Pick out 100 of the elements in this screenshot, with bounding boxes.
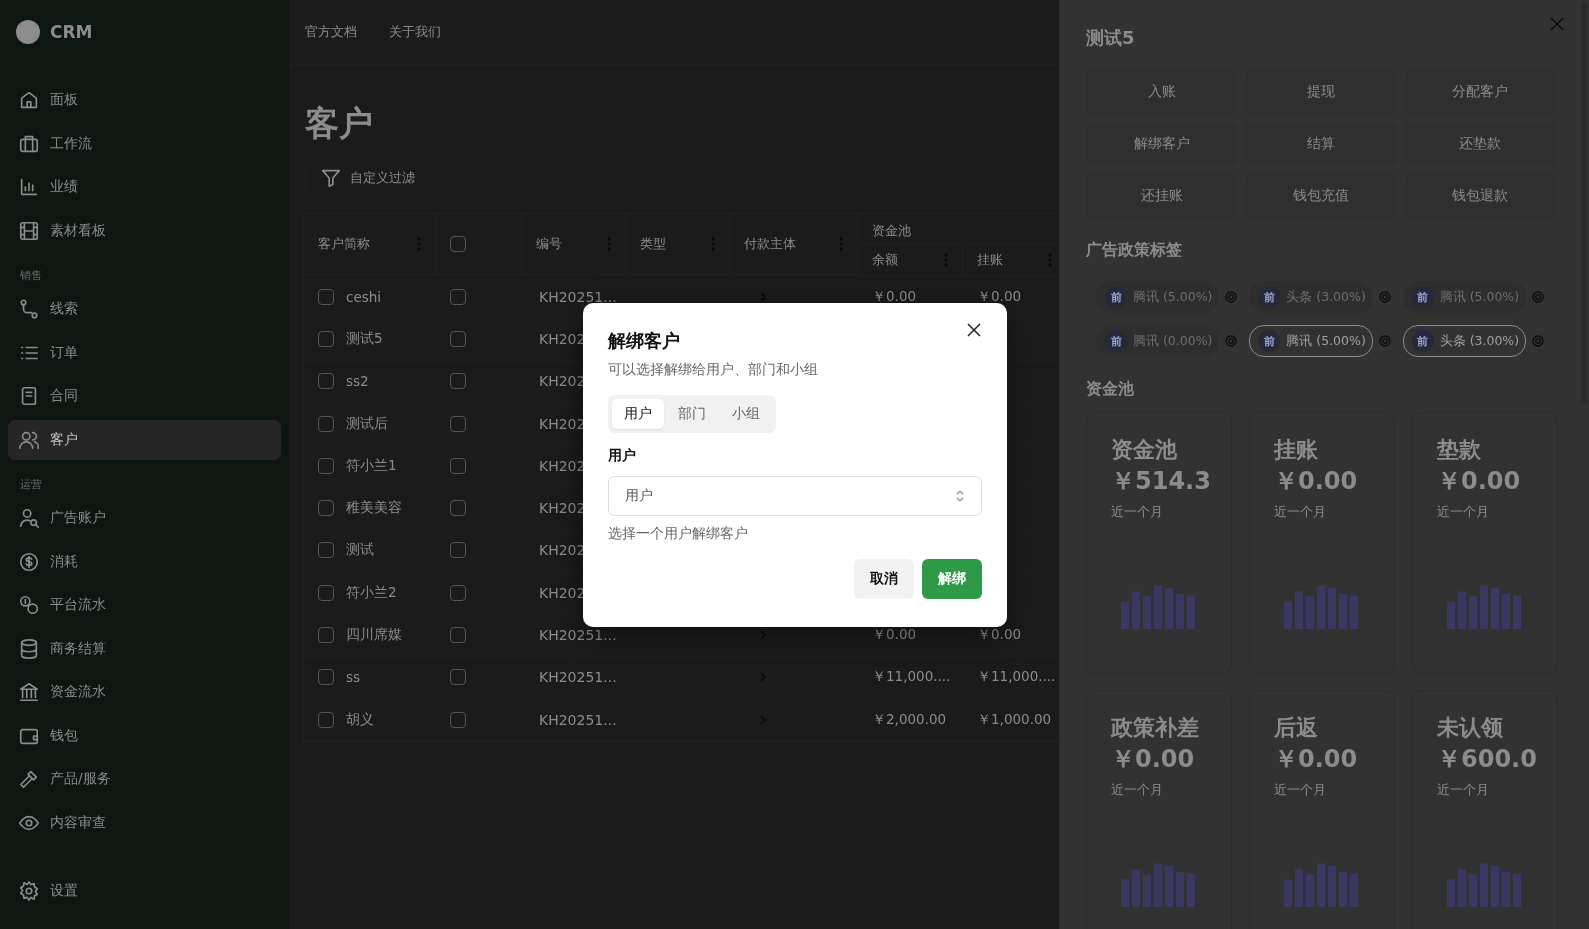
- table-cell: KH20251...: [539, 711, 617, 728]
- sidebar-item[interactable]: 资金流水: [8, 672, 281, 712]
- chevron-updown-icon: [955, 490, 965, 502]
- select-field[interactable]: 用户: [608, 476, 982, 516]
- action-button[interactable]: 分配客户: [1404, 70, 1556, 114]
- target-icon[interactable]: [1532, 335, 1545, 347]
- dialog-description: 可以选择解绑给用户、部门和小组: [608, 361, 818, 379]
- card-amount: ￥0.00: [1274, 744, 1358, 775]
- checkbox[interactable]: [450, 627, 466, 643]
- sidebar-item[interactable]: 设置: [8, 871, 281, 911]
- checkbox[interactable]: [450, 373, 466, 390]
- checkbox[interactable]: [450, 415, 466, 432]
- section-title: 广告政策标签: [1086, 240, 1182, 261]
- action-button[interactable]: 还垫款: [1404, 122, 1556, 166]
- table-cell: KH202: [539, 330, 586, 347]
- coins-icon: [18, 594, 40, 616]
- checkbox[interactable]: [318, 542, 334, 559]
- checkbox[interactable]: [450, 288, 466, 305]
- sidebar-item[interactable]: 内容审查: [8, 802, 281, 843]
- target-icon[interactable]: [1378, 335, 1391, 347]
- checkbox[interactable]: [318, 584, 334, 601]
- table-cell: ￥11,000....: [872, 668, 951, 687]
- card-amount: ￥514.3: [1111, 466, 1211, 497]
- target-icon[interactable]: [1225, 291, 1238, 303]
- checkbox[interactable]: [318, 373, 334, 390]
- table-cell: ￥2,000.00: [872, 710, 947, 729]
- sidebar-item[interactable]: 产品/服务: [8, 759, 281, 799]
- checkbox[interactable]: [450, 584, 466, 601]
- gear-icon: [18, 880, 40, 902]
- sidebar-item[interactable]: 客户: [8, 419, 281, 460]
- segment-tab[interactable]: 用户: [612, 399, 664, 429]
- sidebar-item[interactable]: 广告账户: [8, 498, 281, 538]
- action-button[interactable]: 入账: [1086, 70, 1238, 114]
- card-amount: ￥0.00: [1111, 744, 1195, 775]
- checkbox[interactable]: [318, 330, 334, 347]
- target-icon[interactable]: [1378, 291, 1391, 303]
- card-amount: ￥0.00: [1437, 466, 1521, 497]
- action-button[interactable]: 钱包退款: [1404, 174, 1556, 218]
- sidebar-item[interactable]: 素材看板: [8, 210, 281, 251]
- section-label: 销售: [19, 268, 43, 284]
- table-cell: KH20251...: [539, 627, 617, 643]
- checkbox[interactable]: [318, 500, 334, 517]
- card-amount: ￥0.00: [1274, 466, 1358, 497]
- target-icon[interactable]: [1532, 291, 1545, 303]
- checkbox[interactable]: [318, 288, 334, 305]
- checkbox[interactable]: [318, 711, 334, 728]
- checkbox[interactable]: [318, 457, 334, 474]
- unbind-button[interactable]: 解绑: [922, 559, 982, 599]
- checkbox[interactable]: [450, 457, 466, 474]
- action-button[interactable]: 结算: [1245, 122, 1397, 166]
- checkbox[interactable]: [450, 236, 466, 252]
- column-header: 挂账: [976, 251, 1003, 269]
- sidebar-item[interactable]: 线索: [8, 289, 281, 329]
- checkbox[interactable]: [450, 711, 466, 728]
- logo-icon: [16, 20, 40, 44]
- table-cell: 测试: [346, 541, 374, 560]
- target-icon[interactable]: [1225, 335, 1238, 347]
- table-cell: KH202: [539, 542, 586, 559]
- cancel-button[interactable]: 取消: [854, 559, 914, 599]
- checkbox[interactable]: [318, 669, 334, 686]
- sidebar-item[interactable]: 消耗: [8, 541, 281, 582]
- checkbox[interactable]: [450, 542, 466, 559]
- sidebar-item[interactable]: 订单: [8, 332, 281, 373]
- sidebar-item[interactable]: 平台流水: [8, 585, 281, 625]
- checkbox[interactable]: [450, 330, 466, 347]
- action-button[interactable]: 还挂账: [1086, 174, 1238, 218]
- table-cell: ￥11,000....: [977, 668, 1056, 687]
- nav-link[interactable]: 关于我们: [389, 23, 441, 41]
- sidebar-item[interactable]: 业绩: [8, 167, 281, 207]
- checkbox[interactable]: [318, 627, 334, 643]
- logo-text: CRM: [50, 22, 93, 42]
- sidebar-item[interactable]: 商务结算: [8, 628, 281, 669]
- filter-button[interactable]: 自定义过滤: [305, 157, 430, 199]
- filter-icon: [320, 167, 342, 189]
- card-title: 政策补差: [1111, 714, 1199, 742]
- sidebar-item[interactable]: 钱包: [8, 715, 281, 756]
- checkbox[interactable]: [450, 500, 466, 517]
- segment-tab[interactable]: 小组: [720, 399, 772, 429]
- section-label: 运营: [19, 477, 43, 493]
- table-cell: ￥0.00: [872, 626, 917, 644]
- sidebar-item[interactable]: 合同: [8, 376, 281, 416]
- action-button[interactable]: 解绑客户: [1086, 122, 1238, 166]
- checkbox[interactable]: [318, 415, 334, 432]
- table-cell: ss2: [346, 373, 369, 390]
- action-button[interactable]: 提现: [1245, 70, 1397, 114]
- table-cell: 测试5: [346, 329, 383, 348]
- checkbox[interactable]: [450, 669, 466, 686]
- nav-link[interactable]: 官方文档: [305, 23, 357, 41]
- table-cell: ￥1,000.00: [977, 710, 1052, 729]
- sidebar-item[interactable]: 工作流: [8, 123, 281, 164]
- action-button[interactable]: 钱包充值: [1245, 174, 1397, 218]
- segment-tab[interactable]: 部门: [666, 399, 718, 429]
- column-header: 类型: [640, 235, 666, 253]
- policy-tag[interactable]: 前 腾讯 (5.00%): [1249, 325, 1373, 357]
- dollar-circle-icon: [18, 550, 40, 573]
- sidebar-item[interactable]: 面板: [8, 80, 281, 120]
- table-cell: ￥0.00: [977, 287, 1022, 306]
- policy-tag[interactable]: 前 头条 (3.00%): [1402, 325, 1527, 357]
- close-icon[interactable]: [967, 323, 981, 337]
- page-title: 客户: [305, 102, 373, 145]
